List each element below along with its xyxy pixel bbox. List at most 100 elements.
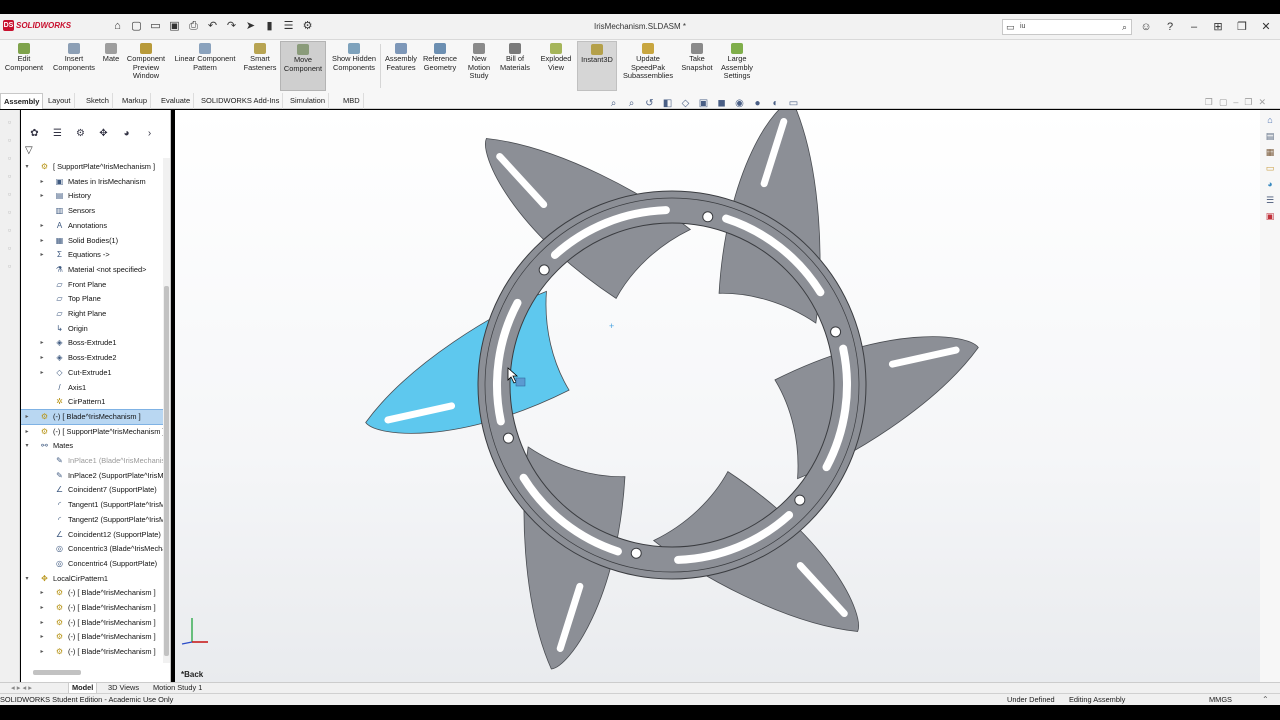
tree-horizontal-scrollbar[interactable] <box>21 668 170 677</box>
file-explorer-icon[interactable]: ▭ <box>1264 162 1276 174</box>
tree-item[interactable]: ▸ ⚙ (-) [ Blade^IrisMechanism ] <box>21 408 170 425</box>
ring-pin[interactable] <box>830 326 842 338</box>
close-icon[interactable]: ✕ <box>1258 19 1274 35</box>
zoom-to-fit-icon[interactable]: ⌕ <box>607 97 620 110</box>
ring-pin[interactable] <box>702 211 714 223</box>
tree-item[interactable]: ▾ ⚯ Mates <box>21 439 170 453</box>
move-component-button[interactable]: Move Component <box>280 41 326 91</box>
large-assembly-button[interactable]: Large Assembly Settings <box>716 41 758 91</box>
design-library-icon[interactable]: ▦ <box>1264 146 1276 158</box>
viewport-maximize-icon[interactable]: ❐ <box>1244 97 1252 108</box>
tree-item[interactable]: ▸ Σ Equations -> <box>21 248 170 262</box>
expand-arrow-icon[interactable]: ▸ <box>38 366 46 380</box>
previous-view-icon[interactable]: ↺ <box>643 97 656 110</box>
tree-item[interactable]: ▸ ⚙ (-) [ Blade^IrisMechanism ] <box>21 645 170 659</box>
component-preview-button[interactable]: Component Preview Window <box>125 41 167 91</box>
tab-mbd[interactable]: MBD <box>340 93 364 109</box>
smart-fasteners-button[interactable]: Smart Fasteners <box>241 41 279 91</box>
restore-icon[interactable]: ❐ <box>1234 19 1250 35</box>
list-icon[interactable]: ▫ <box>4 260 16 272</box>
exploded-view-button[interactable]: Exploded View <box>536 41 576 91</box>
view-orientation-icon[interactable]: ▣ <box>697 97 710 110</box>
tree-item[interactable]: ▸ ▣ Mates in IrisMechanism <box>21 175 170 189</box>
tree-item[interactable]: ▸ ▦ Solid Bodies(1) <box>21 234 170 248</box>
expand-arrow-icon[interactable]: ▸ <box>38 336 46 350</box>
ring-pin[interactable] <box>538 264 550 276</box>
pin-icon[interactable]: ▫ <box>4 116 16 128</box>
tree-item[interactable]: ▱ Top Plane <box>21 292 170 306</box>
filter-icon[interactable]: ▽ <box>25 145 33 156</box>
viewport-restore-icon[interactable]: ❐ <box>1205 97 1213 108</box>
tree-item[interactable]: ▸ ▤ History <box>21 189 170 203</box>
file-properties-icon[interactable]: ☰ <box>281 19 296 34</box>
collapse-arrow-icon[interactable]: ▾ <box>23 439 31 453</box>
mate-button[interactable]: Mate <box>99 41 123 91</box>
tree-vertical-scrollbar[interactable] <box>163 158 170 663</box>
tree-item[interactable]: ◜ Tangent2 (SupportPlate^IrisMechanism) <box>21 513 170 527</box>
edit-component-button[interactable]: Edit Component <box>2 41 46 91</box>
reference-geometry-button[interactable]: Reference Geometry <box>421 41 459 91</box>
tree-item[interactable]: ▸ ◈ Boss-Extrude1 <box>21 336 170 350</box>
layers-icon[interactable]: ▫ <box>4 206 16 218</box>
expand-arrow-icon[interactable]: ▸ <box>38 234 46 248</box>
display-style-icon[interactable]: ◼ <box>715 97 728 110</box>
linear-pattern-button[interactable]: Linear Component Pattern <box>171 41 239 91</box>
expand-panel-icon[interactable]: › <box>142 126 157 141</box>
tab-addins[interactable]: SOLIDWORKS Add-Ins <box>198 93 284 109</box>
solidworks-logo[interactable]: DS SOLIDWORKS <box>3 20 71 31</box>
tree-item[interactable]: ▱ Right Plane <box>21 307 170 321</box>
dimxpert-icon[interactable]: ✥ <box>96 126 111 141</box>
expand-arrow-icon[interactable]: ▸ <box>38 616 46 630</box>
tree-item[interactable]: ▸ ⚙ (-) [ SupportPlate^IrisMechanism ] <box>21 425 170 439</box>
tree-item[interactable]: ▸ ⚙ (-) [ Blade^IrisMechanism ] <box>21 601 170 615</box>
property-manager-icon[interactable]: ☰ <box>50 126 65 141</box>
account-icon[interactable]: ☺ <box>1138 19 1154 35</box>
take-snapshot-button[interactable]: Take Snapshot <box>678 41 716 91</box>
edit-appearance-icon[interactable]: ● <box>751 97 764 110</box>
tree-item[interactable]: ✎ InPlace2 (SupportPlate^IrisMechanism) <box>21 469 170 483</box>
dynamic-annotation-icon[interactable]: ◇ <box>679 97 692 110</box>
status-expand-icon[interactable]: ⌃ <box>1262 694 1269 705</box>
info-icon[interactable]: ▫ <box>4 224 16 236</box>
expand-arrow-icon[interactable]: ▸ <box>38 189 46 203</box>
tree-item[interactable]: ∠ Coincident12 (SupportPlate) <box>21 528 170 542</box>
viewport-close-icon[interactable]: ✕ <box>1258 97 1266 108</box>
search-icon[interactable]: ⌕ <box>1122 20 1127 34</box>
new-motion-study-button[interactable]: New Motion Study <box>460 41 498 91</box>
ring-pin[interactable] <box>630 547 642 559</box>
scroll-thumb[interactable] <box>33 670 81 675</box>
viewport-minimize-icon[interactable]: – <box>1233 97 1238 108</box>
resources-icon[interactable]: ▤ <box>1264 130 1276 142</box>
ring-pin[interactable] <box>794 494 806 506</box>
tile-windows-icon[interactable]: ⊞ <box>1210 19 1226 35</box>
show-hidden-button[interactable]: Show Hidden Components <box>330 41 378 91</box>
section-view-icon[interactable]: ◧ <box>661 97 674 110</box>
forum-icon[interactable]: ▣ <box>1264 210 1276 222</box>
tab-layout[interactable]: Layout <box>45 93 75 109</box>
save-icon[interactable]: ▣ <box>167 19 182 34</box>
status-units[interactable]: MMGS <box>1209 694 1232 705</box>
tree-item[interactable]: ◎ Concentric4 (SupportPlate) <box>21 557 170 571</box>
expand-arrow-icon[interactable]: ▸ <box>38 351 46 365</box>
section-icon[interactable]: ▫ <box>4 170 16 182</box>
display-manager-icon[interactable]: ◕ <box>119 126 134 141</box>
tree-item[interactable]: ⚗ Material <not specified> <box>21 263 170 277</box>
properties-icon[interactable]: ▫ <box>4 134 16 146</box>
custom-properties-icon[interactable]: ☰ <box>1264 194 1276 206</box>
collapse-arrow-icon[interactable]: ▾ <box>23 160 31 174</box>
tab-sketch[interactable]: Sketch <box>83 93 113 109</box>
viewport-tile-icon[interactable]: ▢ <box>1219 97 1228 108</box>
hide-show-items-icon[interactable]: ◉ <box>733 97 746 110</box>
view-settings-icon[interactable]: ▭ <box>787 97 800 110</box>
tree-item[interactable]: ◎ Concentric3 (Blade^IrisMechanism) <box>21 542 170 556</box>
expand-arrow-icon[interactable]: ▸ <box>23 410 31 424</box>
expand-arrow-icon[interactable]: ▸ <box>38 248 46 262</box>
expand-arrow-icon[interactable]: ▸ <box>38 630 46 644</box>
expand-arrow-icon[interactable]: ▸ <box>38 175 46 189</box>
select-arrow-icon[interactable]: ➤ <box>243 19 258 34</box>
measure-icon[interactable]: ▫ <box>4 152 16 164</box>
ring-pin[interactable] <box>502 432 514 444</box>
tab-simulation[interactable]: Simulation <box>287 93 330 109</box>
tab-markup[interactable]: Markup <box>119 93 152 109</box>
tree-item[interactable]: ▸ ⚙ (-) [ Blade^IrisMechanism ] <box>21 630 170 644</box>
